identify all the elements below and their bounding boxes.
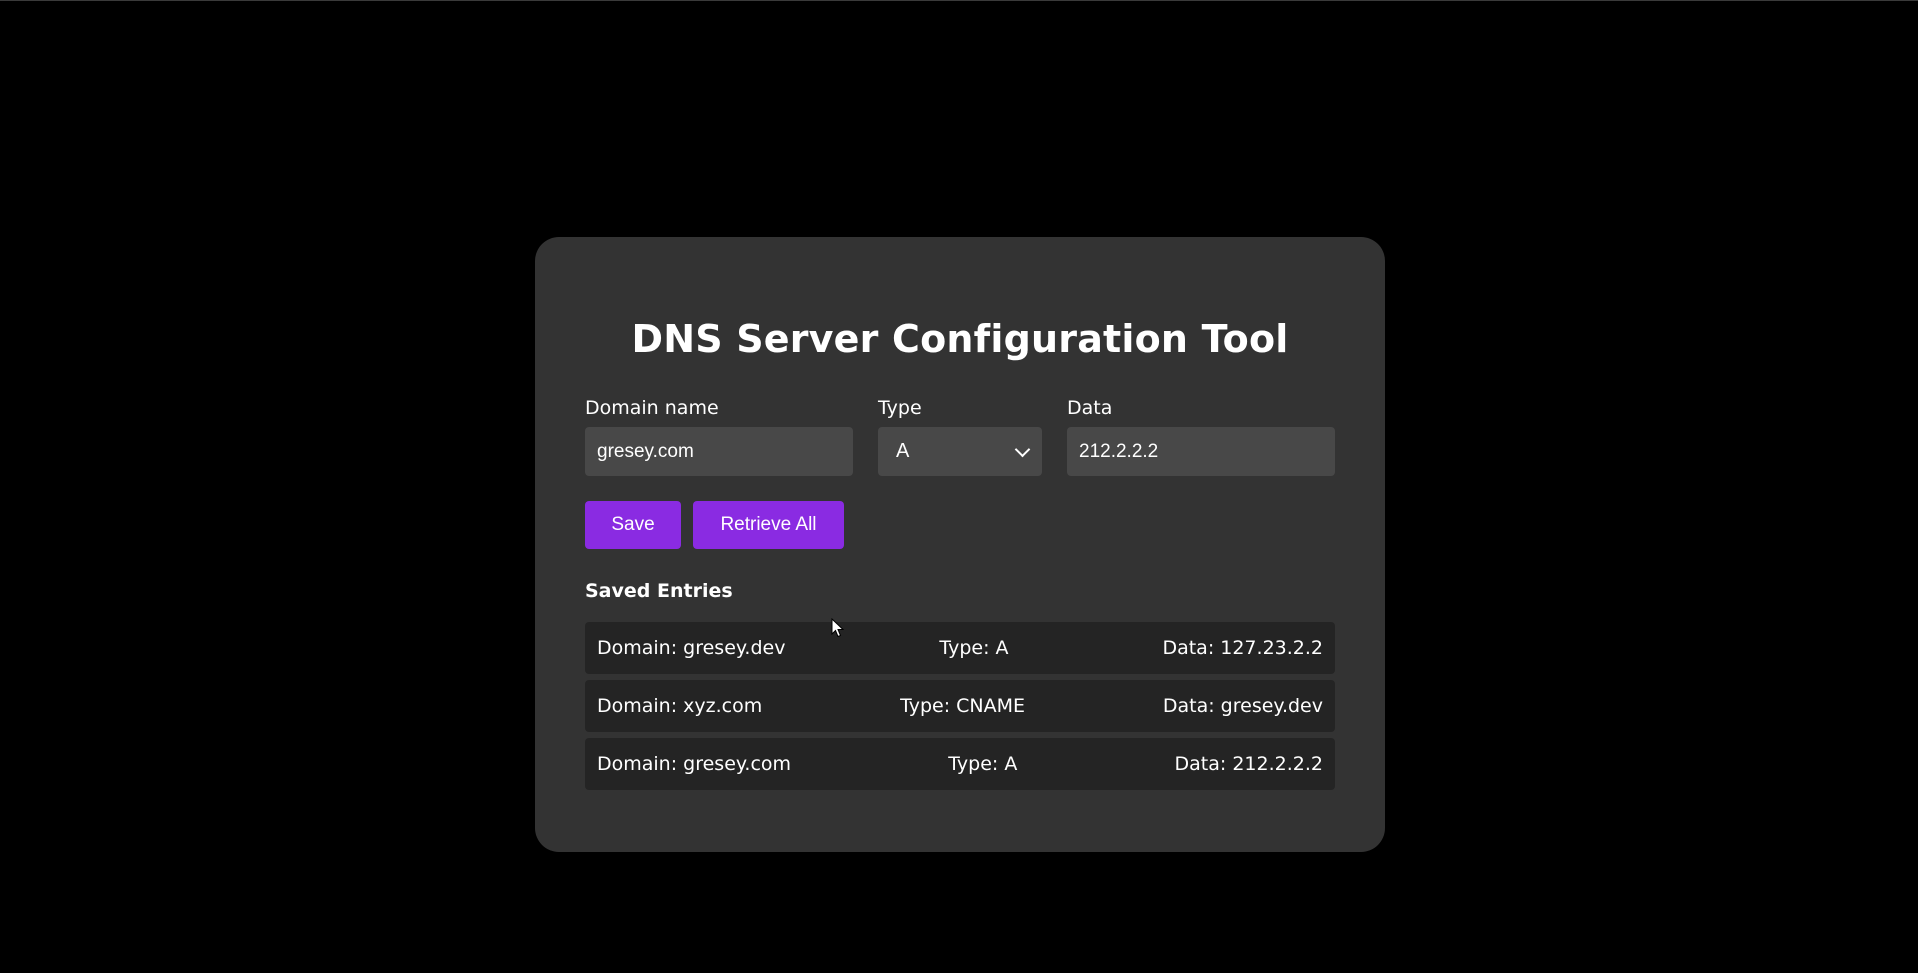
entry-data: Data: 127.23.2.2 xyxy=(1162,637,1323,659)
page-title: DNS Server Configuration Tool xyxy=(631,317,1289,361)
config-card: DNS Server Configuration Tool Domain nam… xyxy=(535,237,1385,852)
list-item: Domain: gresey.dev Type: A Data: 127.23.… xyxy=(585,622,1335,674)
entry-data: Data: gresey.dev xyxy=(1162,695,1323,717)
page: DNS Server Configuration Tool Domain nam… xyxy=(0,0,1918,973)
domain-name-value: gresey.com xyxy=(597,440,694,462)
data-label: Data xyxy=(1067,397,1113,419)
data-input[interactable]: 212.2.2.2 xyxy=(1067,427,1335,476)
entry-domain: Domain: gresey.dev xyxy=(597,637,786,659)
save-button[interactable]: Save xyxy=(585,501,681,549)
type-select[interactable]: A xyxy=(878,427,1042,476)
domain-name-label: Domain name xyxy=(585,397,719,419)
entry-type: Type: A xyxy=(948,753,1018,775)
saved-entries-heading: Saved Entries xyxy=(585,580,733,602)
entry-type: Type: CNAME xyxy=(900,695,1026,717)
domain-name-input[interactable]: gresey.com xyxy=(585,427,853,476)
entry-data: Data: 212.2.2.2 xyxy=(1174,753,1323,775)
entry-type: Type: A xyxy=(939,637,1009,659)
entry-domain: Domain: gresey.com xyxy=(597,753,792,775)
chevron-down-icon xyxy=(1014,441,1031,457)
mouse-cursor-icon xyxy=(831,618,845,638)
type-selected-value: A xyxy=(896,440,910,462)
type-label: Type xyxy=(878,397,922,419)
data-value: 212.2.2.2 xyxy=(1079,440,1159,462)
saved-entries-list: Domain: gresey.dev Type: A Data: 127.23.… xyxy=(585,622,1335,796)
list-item: Domain: xyz.com Type: CNAME Data: gresey… xyxy=(585,680,1335,732)
retrieve-all-button[interactable]: Retrieve All xyxy=(693,501,844,549)
list-item: Domain: gresey.com Type: A Data: 212.2.2… xyxy=(585,738,1335,790)
entry-domain: Domain: xyz.com xyxy=(597,695,763,717)
